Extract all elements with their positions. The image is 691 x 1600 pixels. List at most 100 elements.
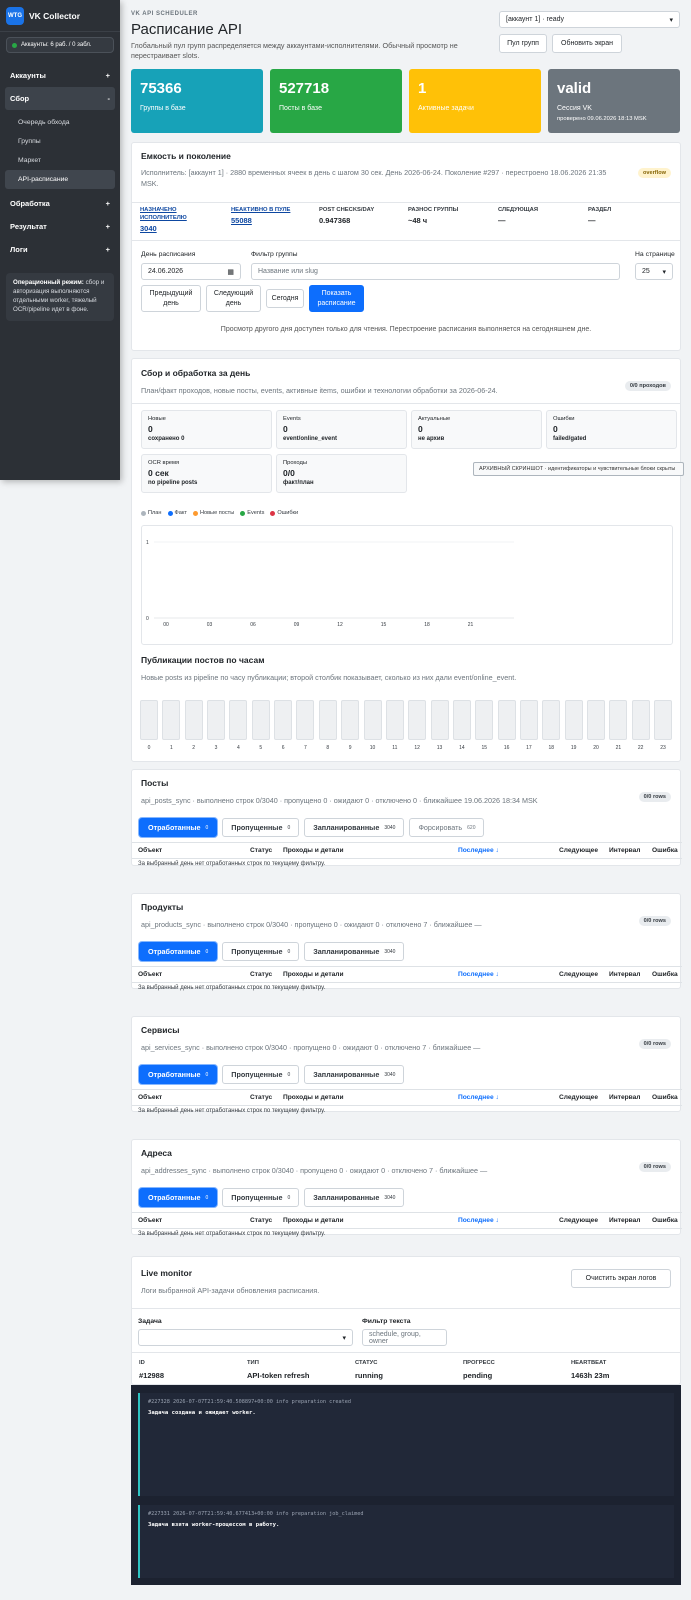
day-input[interactable]: 24.06.2026 ▦ — [141, 263, 241, 280]
tab-scheduled[interactable]: Запланированные 3040 — [304, 942, 405, 961]
tab-skipped[interactable]: Пропущенные 0 — [222, 942, 300, 961]
task-select[interactable]: ▾ — [138, 1329, 353, 1346]
hourly-bar — [564, 700, 583, 740]
hourly-bar — [430, 700, 449, 740]
show-schedule-button[interactable]: Показать расписание — [309, 285, 364, 312]
mini-stat-note: факт/план — [283, 480, 314, 486]
column-header-last[interactable]: Последнее ↓ — [458, 1217, 499, 1224]
hourly-bar — [408, 700, 427, 740]
stat-label: Группы в базе — [140, 105, 186, 112]
mini-stat-note: event/online_event — [283, 436, 338, 442]
tab-count: 0 — [287, 1071, 291, 1078]
legend-dot-icon — [240, 510, 246, 516]
capacity-card: Емкость и поколение overflow Исполнитель… — [131, 142, 681, 351]
tab-force[interactable]: Форсировать 620 — [409, 818, 485, 837]
section-title: Сервисы — [141, 1025, 180, 1035]
tab-count: 0 — [287, 948, 291, 955]
refresh-screen-button[interactable]: Обновить экран — [552, 34, 622, 53]
section-tabs: Отработанные 0 Пропущенные 0 Запланированные… — [139, 942, 409, 961]
today-button[interactable]: Сегодня — [266, 289, 304, 308]
tab-scheduled[interactable]: Запланированные 3040 — [304, 1188, 405, 1207]
legend-item: Ошибки — [270, 510, 298, 516]
metric-label: POST CHECKS/DAY — [319, 207, 375, 213]
per-page-label: На странице — [635, 251, 675, 258]
section-title: Продукты — [141, 902, 184, 912]
nav-section-logs[interactable]: Логи + — [0, 238, 120, 261]
capacity-desc: Исполнитель: [аккаунт 1] · 2880 временны… — [141, 168, 607, 188]
column-header-last[interactable]: Последнее ↓ — [458, 847, 499, 854]
nav-section-result[interactable]: Результат + — [0, 215, 120, 238]
tab-skipped[interactable]: Пропущенные 0 — [222, 1188, 300, 1207]
hourly-bar — [631, 700, 650, 740]
nav-section-accounts[interactable]: Аккаунты + — [0, 64, 120, 87]
text-filter-input[interactable]: schedule, group, owner — [362, 1329, 447, 1346]
tab-skipped[interactable]: Пропущенные 0 — [222, 1065, 300, 1084]
column-header-obj: Объект — [138, 1094, 163, 1101]
day-label: День расписания — [141, 251, 196, 258]
next-day-button[interactable]: Следующий день — [206, 285, 261, 312]
tab-count: 620 — [467, 824, 476, 831]
overflow-badge: overflow — [637, 168, 671, 178]
prev-day-button[interactable]: Предыдущий день — [141, 285, 201, 312]
metric-label[interactable]: НАЗНАЧЕНО ИСПОЛНИТЕЛЮ — [140, 207, 222, 222]
nav-section-processing[interactable]: Обработка + — [0, 192, 120, 215]
hour-tick-label: 17 — [526, 745, 532, 751]
nav-item-groups[interactable]: Группы — [0, 132, 120, 151]
expand-icon: + — [105, 199, 110, 208]
hour-tick-label: 2 — [192, 745, 196, 751]
tab-skipped[interactable]: Пропущенные 0 — [222, 818, 300, 837]
tab-scheduled[interactable]: Запланированные 3040 — [304, 818, 405, 837]
hour-tick-label: 13 — [436, 745, 443, 751]
metric-value[interactable]: 55088 — [231, 216, 252, 225]
nav-section-sbor[interactable]: Сбор - — [5, 87, 115, 110]
hourly-desc: Новые posts из pipeline по часу публикац… — [141, 673, 517, 682]
log-terminal[interactable]: #227328 2026-07-07T21:59:40.508897+00:00… — [131, 1385, 681, 1585]
hour-tick-label: 8 — [326, 745, 330, 751]
metric-value[interactable]: 3040 — [140, 224, 157, 233]
hour-tick-label: 3 — [214, 745, 218, 751]
column-header-status: Статус — [250, 847, 273, 854]
empty-table-message: За выбранный день нет отработанных строк… — [138, 1108, 326, 1114]
tab-done[interactable]: Отработанные 0 — [139, 1188, 218, 1207]
monitor-desc: Логи выбранной API-задачи обновления рас… — [141, 1286, 320, 1295]
tab-scheduled[interactable]: Запланированные 3040 — [304, 1065, 405, 1084]
per-page-select[interactable]: 25 ▾ — [635, 263, 673, 280]
mini-stat-value: 0/0 — [283, 468, 295, 478]
nav-item-market[interactable]: Маркет — [0, 151, 120, 170]
tab-count: 3040 — [384, 1194, 396, 1201]
tab-count: 0 — [205, 1071, 209, 1078]
hour-tick-label: 6 — [281, 745, 285, 751]
text-filter-label: Фильтр текста — [362, 1318, 411, 1325]
pool-button[interactable]: Пул групп — [499, 34, 547, 53]
stat-sublabel: проверено 09.06.2026 18:13 MSK — [557, 116, 647, 122]
tab-label: Запланированные — [313, 947, 380, 956]
column-header-passes: Проходы и детали — [283, 1217, 344, 1224]
hour-tick-label: 5 — [259, 745, 263, 751]
rows-badge: 0/0 rows — [638, 792, 671, 802]
log-entry: #227331 2026-07-07T21:59:40.677413+00:00… — [138, 1505, 674, 1578]
group-filter-input[interactable]: Название или slug — [251, 263, 620, 280]
tab-done[interactable]: Отработанные 0 — [139, 818, 218, 837]
hourly-bar — [519, 700, 538, 740]
account-select[interactable]: [аккаунт 1] · ready ▾ — [499, 11, 680, 28]
column-header-last[interactable]: Последнее ↓ — [458, 1094, 499, 1101]
hour-tick-label: 21 — [615, 745, 622, 751]
nav-item-queue[interactable]: Очередь обхода — [0, 113, 120, 132]
nav-item-api-schedule[interactable]: API-расписание — [5, 170, 115, 189]
brand[interactable]: WTG VK Collector — [0, 0, 120, 32]
tab-done[interactable]: Отработанные 0 — [139, 1065, 218, 1084]
metric-label[interactable]: НЕАКТИВНО В ПУЛЕ — [231, 207, 313, 215]
column-header-last[interactable]: Последнее ↓ — [458, 971, 499, 978]
tab-label: Пропущенные — [231, 1070, 283, 1079]
mini-stat: Актуальные 0 не архив — [411, 410, 542, 449]
monitor-divider — [132, 1308, 680, 1309]
group-filter-placeholder: Название или slug — [258, 268, 318, 275]
clear-logs-button[interactable]: Очистить экран логов — [571, 1269, 671, 1288]
accounts-badge[interactable]: Аккаунты: 6 раб. / 0 забл. — [6, 37, 114, 53]
hourly-bar — [609, 700, 628, 740]
tab-done[interactable]: Отработанные 0 — [139, 942, 218, 961]
tab-label: Пропущенные — [231, 947, 283, 956]
per-page-value: 25 — [642, 268, 650, 275]
x-tick-label: 18 — [424, 622, 430, 628]
table-header: Объект Статус Проходы и детали Последнее ↓ С… — [132, 1089, 682, 1106]
